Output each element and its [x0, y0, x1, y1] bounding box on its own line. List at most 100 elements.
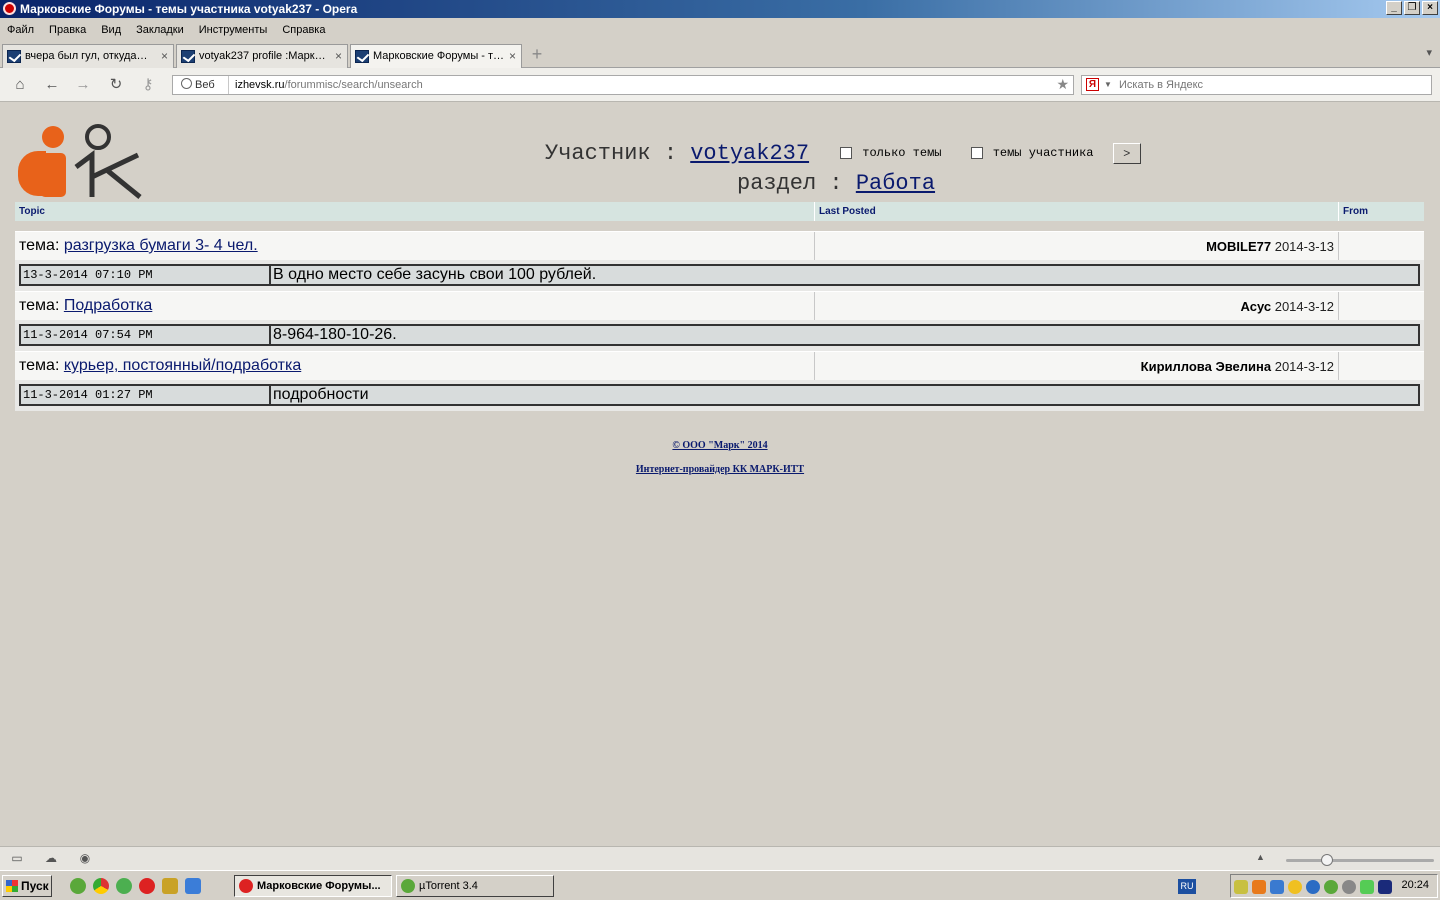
- menu-file[interactable]: Файл: [7, 24, 34, 36]
- url-domain: izhevsk.ru: [235, 79, 285, 91]
- menu-bookmarks[interactable]: Закладки: [136, 24, 184, 36]
- task-opera[interactable]: Марковские Форумы...: [234, 875, 392, 897]
- chrome-quicklaunch-icon[interactable]: [93, 878, 109, 894]
- section-link[interactable]: Работа: [856, 171, 935, 196]
- menu-view[interactable]: Вид: [101, 24, 121, 36]
- menu-tools[interactable]: Инструменты: [199, 24, 268, 36]
- section-label: раздел :: [737, 171, 843, 196]
- last-posted-cell: Кириллова Эвелина 2014-3-12: [1141, 359, 1334, 374]
- tab-1[interactable]: вчера был гул, откуда… ×: [2, 44, 174, 68]
- navigation-bar: ⌂ ← → ↻ ⚷ Веб izhevsk.ru/forummisc/searc…: [0, 68, 1440, 102]
- refresh-quicklaunch-icon[interactable]: [116, 878, 132, 894]
- url-path: /forummisc/search/unsearch: [284, 79, 423, 91]
- only-topics-checkbox[interactable]: [840, 147, 853, 160]
- ie-quicklaunch-icon[interactable]: [185, 878, 201, 894]
- opera-quicklaunch-icon[interactable]: [139, 878, 155, 894]
- member-topics-checkbox[interactable]: [970, 147, 983, 160]
- reload-icon[interactable]: ↻: [107, 76, 125, 94]
- yandex-icon[interactable]: Я: [1086, 78, 1099, 91]
- tray-utorrent-icon[interactable]: [1324, 880, 1338, 894]
- last-user: Асус: [1240, 299, 1272, 314]
- cell-divider: [1338, 352, 1339, 381]
- window-titlebar: Марковские Форумы - темы участника votya…: [0, 0, 1440, 18]
- member-link[interactable]: votyak237: [690, 141, 809, 166]
- provider-link[interactable]: Интернет-провайдер КК МАРК-ИТТ: [636, 464, 804, 475]
- footer-copyright: © ООО "Марк" 2014: [0, 440, 1440, 451]
- tab-3-active[interactable]: Марковские Форумы - т… ×: [350, 44, 522, 68]
- topic-link[interactable]: Подработка: [64, 297, 152, 314]
- tab-menu-chevron-icon[interactable]: ▾: [1426, 46, 1432, 59]
- tray-bluetooth-icon[interactable]: [1306, 880, 1320, 894]
- speed-dial-icon[interactable]: ◉: [78, 852, 92, 865]
- utorrent-quicklaunch-icon[interactable]: [70, 878, 86, 894]
- post-date: 11-3-2014 07:54 PM: [21, 326, 271, 344]
- windows-flag-icon: [6, 880, 18, 892]
- tray-app-icon[interactable]: [1342, 880, 1356, 894]
- clock: 20:24: [1401, 879, 1429, 891]
- utorrent-task-icon: [401, 879, 415, 893]
- post-text: подробности: [273, 386, 369, 403]
- url-text[interactable]: izhevsk.ru/forummisc/search/unsearch: [235, 76, 423, 94]
- search-dropdown-icon[interactable]: ▼: [1104, 76, 1112, 94]
- go-button[interactable]: >: [1112, 142, 1141, 164]
- address-field[interactable]: Веб izhevsk.ru/forummisc/search/unsearch…: [172, 75, 1074, 95]
- tray-app-icon[interactable]: [1252, 880, 1266, 894]
- zoom-slider[interactable]: [1286, 859, 1434, 862]
- cell-divider: [1338, 232, 1339, 261]
- home-icon[interactable]: ⌂: [11, 76, 29, 94]
- cloud-icon[interactable]: ☁: [44, 852, 58, 865]
- topic-link[interactable]: разгрузка бумаги 3- 4 чел.: [64, 237, 258, 254]
- opera-icon: [3, 2, 16, 15]
- zoom-arrow-icon[interactable]: ▲: [1256, 852, 1265, 862]
- tray-app-icon[interactable]: [1288, 880, 1302, 894]
- search-field[interactable]: Я ▼: [1081, 75, 1432, 95]
- forward-icon[interactable]: →: [74, 76, 92, 94]
- back-icon[interactable]: ←: [43, 76, 61, 94]
- mark-logo-icon: [18, 124, 142, 199]
- key-icon[interactable]: ⚷: [139, 76, 157, 94]
- tray-network-icon[interactable]: [1270, 880, 1284, 894]
- topic-link[interactable]: курьер, постоянный/подработка: [64, 357, 301, 374]
- tray-battery-icon[interactable]: [1360, 880, 1374, 894]
- web-badge[interactable]: Веб: [173, 76, 229, 94]
- tab-label: вчера был гул, откуда…: [25, 50, 148, 62]
- language-indicator[interactable]: RU: [1178, 879, 1196, 894]
- zoom-slider-thumb[interactable]: [1321, 854, 1333, 866]
- close-button[interactable]: ×: [1422, 1, 1438, 15]
- menu-help[interactable]: Справка: [282, 24, 325, 36]
- new-tab-icon[interactable]: +: [528, 45, 546, 64]
- post-date: 11-3-2014 01:27 PM: [21, 386, 271, 404]
- web-label: Веб: [195, 79, 215, 91]
- tray-app-icon[interactable]: [1378, 880, 1392, 894]
- folder-quicklaunch-icon[interactable]: [162, 878, 178, 894]
- column-topic: Topic: [19, 206, 45, 217]
- column-from: From: [1343, 206, 1368, 217]
- tab-close-icon[interactable]: ×: [509, 45, 516, 67]
- tab-close-icon[interactable]: ×: [335, 45, 342, 67]
- system-tray: 20:24: [1230, 874, 1438, 898]
- minimize-button[interactable]: _: [1386, 1, 1402, 15]
- copyright-link[interactable]: © ООО "Марк" 2014: [672, 440, 767, 451]
- member-label: Участник :: [545, 141, 678, 166]
- task-utorrent[interactable]: µTorrent 3.4: [396, 875, 554, 897]
- column-divider: [1338, 202, 1339, 221]
- restore-button[interactable]: ❐: [1404, 1, 1420, 15]
- last-user: MOBILE77: [1206, 239, 1272, 254]
- search-input[interactable]: [1119, 77, 1419, 93]
- topics-table: Topic Last Posted From тема: разгрузка б…: [15, 202, 1424, 411]
- tab-close-icon[interactable]: ×: [161, 45, 168, 67]
- panel-toggle-icon[interactable]: ▭: [10, 852, 24, 865]
- tab-2[interactable]: votyak237 profile :Марк… ×: [176, 44, 348, 68]
- topic-prefix: тема:: [19, 237, 60, 254]
- post-box: 11-3-2014 07:54 PM 8-964-180-10-26.: [19, 324, 1420, 346]
- tray-app-icon[interactable]: [1234, 880, 1248, 894]
- table-row: тема: разгрузка бумаги 3- 4 чел. MOBILE7…: [15, 231, 1424, 261]
- post-text: 8-964-180-10-26.: [273, 326, 397, 343]
- menu-edit[interactable]: Правка: [49, 24, 86, 36]
- post-date: 13-3-2014 07:10 PM: [21, 266, 271, 284]
- post-box: 11-3-2014 01:27 PM подробности: [19, 384, 1420, 406]
- bookmark-star-icon[interactable]: ★: [1056, 75, 1069, 93]
- cell-divider: [1338, 292, 1339, 321]
- menu-bar: Файл Правка Вид Закладки Инструменты Спр…: [0, 18, 1440, 42]
- start-button[interactable]: Пуск: [2, 875, 52, 897]
